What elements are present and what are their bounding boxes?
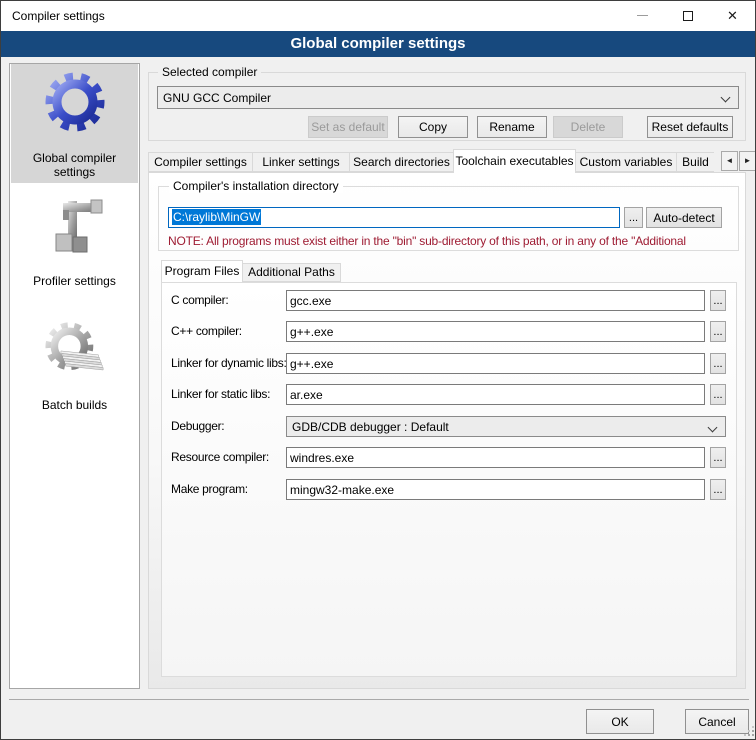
window-title: Compiler settings [12,9,105,23]
debugger-select[interactable]: GDB/CDB debugger : Default [286,416,726,437]
sidebar-item-label: Batch builds [42,398,107,412]
tab-build-options[interactable]: Build [676,152,714,172]
page-title: Global compiler settings [1,31,755,57]
sidebar-item-label: Profiler settings [33,274,116,288]
field-row-debugger: Debugger: GDB/CDB debugger : Default [162,416,736,438]
selected-compiler-group: Selected compiler GNU GCC Compiler Set a… [148,72,746,141]
toolchain-executables-page: Compiler's installation directory C:\ray… [148,172,746,689]
browse-button[interactable]: ... [710,290,726,311]
set-as-default-button[interactable]: Set as default [308,116,388,138]
tab-additional-paths[interactable]: Additional Paths [242,263,341,282]
arrow-right-icon: ► [744,156,752,165]
field-label: Linker for dynamic libs: [171,356,287,370]
sidebar-item-profiler-settings[interactable]: Profiler settings [11,194,138,290]
close-button[interactable]: ✕ [710,1,755,30]
sidebar-item-batch-builds[interactable]: Batch builds [11,316,138,412]
tab-scroll-right-button[interactable]: ► [739,151,756,171]
maximize-icon [683,11,693,21]
sidebar-item-label: Global compiler settings [11,151,138,179]
tab-compiler-settings[interactable]: Compiler settings [148,152,253,172]
settings-category-list: Global compiler settings Profiler settin… [9,63,140,689]
selected-text: C:\raylib\MinGW [172,209,261,225]
program-files-page: C compiler: ... C++ compiler: ... Linker… [161,282,737,677]
field-label: C compiler: [171,293,228,307]
blue-gear-icon [43,70,107,134]
group-title: Compiler's installation directory [169,179,343,193]
compiler-select-value: GNU GCC Compiler [163,91,271,105]
field-row-cpp-compiler: C++ compiler: ... [162,321,736,343]
ok-button[interactable]: OK [586,709,654,734]
make-program-input[interactable] [286,479,705,500]
resource-compiler-input[interactable] [286,447,705,468]
browse-button[interactable]: ... [710,321,726,342]
close-icon: ✕ [727,9,738,22]
group-title: Selected compiler [158,65,261,79]
chevron-down-icon [708,423,718,433]
caption-buttons: ✕ [620,1,755,30]
browse-button[interactable]: ... [710,447,726,468]
sidebar-item-global-compiler-settings[interactable]: Global compiler settings [11,64,138,183]
browse-button[interactable]: ... [710,384,726,405]
reset-defaults-button[interactable]: Reset defaults [647,116,733,138]
static-linker-input[interactable] [286,384,705,405]
field-row-static-linker: Linker for static libs: ... [162,384,736,406]
tab-scroll-left-button[interactable]: ◄ [721,151,738,171]
minimize-icon [637,15,648,16]
cpp-compiler-input[interactable] [286,321,705,342]
tab-toolchain-executables[interactable]: Toolchain executables [453,149,576,173]
copy-button[interactable]: Copy [398,116,468,138]
browse-button[interactable]: ... [710,479,726,500]
titlebar[interactable]: Compiler settings ✕ [1,1,755,31]
arrow-left-icon: ◄ [726,156,734,165]
field-row-make-program: Make program: ... [162,479,736,501]
maximize-button[interactable] [665,1,710,30]
tab-program-files[interactable]: Program Files [161,260,243,282]
auto-detect-button[interactable]: Auto-detect [646,207,722,228]
gray-gear-stack-icon [43,320,107,380]
compiler-settings-dialog: Compiler settings ✕ Global compiler sett… [0,0,756,740]
tab-search-directories[interactable]: Search directories [349,152,454,172]
tab-linker-settings[interactable]: Linker settings [252,152,350,172]
dynamic-linker-input[interactable] [286,353,705,374]
program-files-tab-strip: Program Files Additional Paths [161,260,341,282]
minimize-button[interactable] [620,1,665,30]
caliper-icon [43,198,107,262]
note-text: NOTE: All programs must exist either in … [168,234,726,248]
field-row-dynamic-linker: Linker for dynamic libs: ... [162,353,736,375]
installation-directory-input[interactable]: C:\raylib\MinGW [168,207,620,228]
field-label: Debugger: [171,419,224,433]
tab-scroll-buttons: ◄ ► [720,151,756,171]
field-row-resource-compiler: Resource compiler: ... [162,447,736,469]
resize-grip-icon[interactable] [752,734,754,736]
c-compiler-input[interactable] [286,290,705,311]
field-label: Resource compiler: [171,450,269,464]
browse-directory-button[interactable]: ... [624,207,643,228]
tab-custom-variables[interactable]: Custom variables [575,152,677,172]
debugger-select-value: GDB/CDB debugger : Default [292,420,449,434]
cancel-button[interactable]: Cancel [685,709,749,734]
field-label: Linker for static libs: [171,387,270,401]
field-row-c-compiler: C compiler: ... [162,290,736,312]
chevron-down-icon [721,93,731,103]
field-label: C++ compiler: [171,324,242,338]
footer-divider [9,699,749,700]
delete-button[interactable]: Delete [553,116,623,138]
rename-button[interactable]: Rename [477,116,547,138]
settings-tab-strip: Compiler settings Linker settings Search… [148,149,714,173]
compiler-select[interactable]: GNU GCC Compiler [157,86,739,109]
browse-button[interactable]: ... [710,353,726,374]
field-label: Make program: [171,482,248,496]
